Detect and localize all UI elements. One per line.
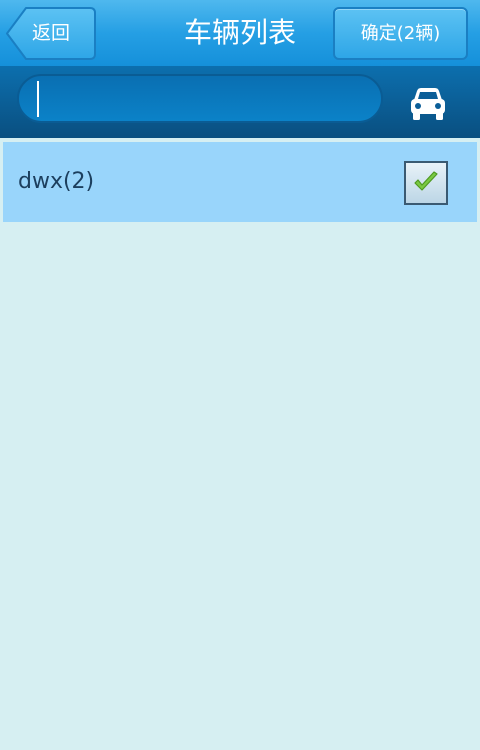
checkmark-icon [414, 171, 438, 191]
text-cursor [37, 81, 39, 117]
back-button[interactable]: 返回 [6, 7, 96, 60]
vehicle-checkbox[interactable] [404, 161, 448, 205]
vehicle-filter-button[interactable] [406, 85, 450, 125]
list-item[interactable]: dwx(2) [3, 142, 477, 222]
back-button-label: 返回 [32, 22, 71, 44]
search-input[interactable] [17, 74, 383, 123]
confirm-button[interactable]: 确定(2辆) [333, 7, 468, 60]
page-title: 车辆列表 [183, 16, 296, 49]
car-icon [411, 88, 445, 120]
title-bar: 返回 车辆列表 确定(2辆) [0, 0, 480, 66]
vehicle-name: dwx(2) [18, 169, 95, 194]
